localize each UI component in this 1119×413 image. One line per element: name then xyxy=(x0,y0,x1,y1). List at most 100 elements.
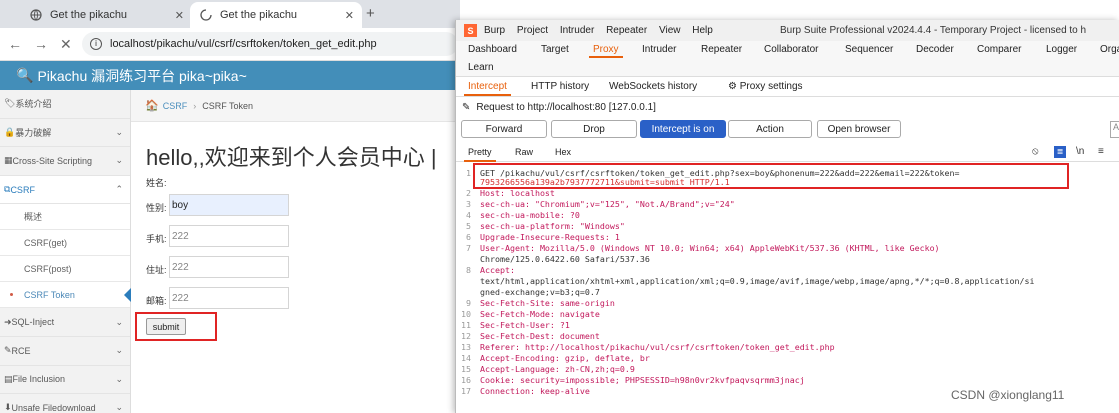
open-browser-button[interactable]: Open browser xyxy=(817,120,901,138)
header-accept-value-cont: gned-exchange;v=b3;q=0.7 xyxy=(480,287,600,297)
chevron-down-icon: ⌄ xyxy=(115,155,123,166)
burp-titlebar: S Burp Project Intruder Repeater View He… xyxy=(456,20,1119,41)
tab-learn[interactable]: Learn xyxy=(468,62,494,73)
gear-icon: ⚙ xyxy=(728,81,740,92)
breadcrumb-parent[interactable]: CSRF xyxy=(163,101,188,111)
close-tab-icon[interactable]: ✕ xyxy=(175,9,184,22)
browser-tab-title: Get the pikachu xyxy=(220,9,298,21)
address-field[interactable]: 222 xyxy=(169,256,289,278)
new-tab-icon[interactable]: + xyxy=(366,5,375,22)
sidebar-item-label: Cross-Site Scripting xyxy=(12,155,93,166)
browser-tab-title: Get the pikachu xyxy=(50,9,128,21)
sidebar-item-file-inclusion[interactable]: ▤ File Inclusion ⌄ xyxy=(0,366,130,395)
request-editor[interactable]: 1 GET /pikachu/vul/csrf/csrftoken/token_… xyxy=(456,163,1119,413)
tab-sequencer[interactable]: Sequencer xyxy=(845,44,893,55)
menu-intruder[interactable]: Intruder xyxy=(560,25,594,36)
tab-repeater[interactable]: Repeater xyxy=(701,44,742,55)
tab-proxy[interactable]: Proxy xyxy=(589,44,623,58)
burp-logo-icon: S xyxy=(464,24,477,37)
download-icon: ⬇ xyxy=(4,402,12,413)
file-icon: ▤ xyxy=(4,373,13,384)
globe-icon xyxy=(30,9,42,21)
sidebar-item-unsafe-download[interactable]: ⬇ Unsafe Filedownload ⌄ xyxy=(0,394,130,413)
intercept-toggle-button[interactable]: Intercept is on xyxy=(640,120,726,138)
tab-logger[interactable]: Logger xyxy=(1046,44,1077,55)
line-number: 9 xyxy=(466,298,471,308)
line-number: 6 xyxy=(466,232,471,242)
sidebar-item-rce[interactable]: ✎ RCE ⌄ xyxy=(0,337,130,366)
sidebar: 🏷 系统介绍 🔒 暴力破解 ⌄ ▦ Cross-Site Scripting ⌄ ⧉ CSR… xyxy=(0,90,131,413)
menu-view[interactable]: View xyxy=(659,25,681,36)
sidebar-item-label: CSRF Token xyxy=(24,289,75,300)
tab-intercept[interactable]: Intercept xyxy=(464,81,511,96)
tab-comparer[interactable]: Comparer xyxy=(977,44,1021,55)
tab-websockets-history[interactable]: WebSockets history xyxy=(609,81,697,92)
sex-field[interactable]: boy xyxy=(169,194,289,216)
header-connection: Connection: keep-alive xyxy=(480,386,590,396)
browser-tab-2[interactable]: Get the pikachu ✕ xyxy=(190,2,362,28)
menu-icon[interactable]: ≡ xyxy=(1098,146,1104,157)
sidebar-item-sqli[interactable]: ➜ SQL-Inject ⌄ xyxy=(0,308,130,337)
address-bar[interactable]: i localhost/pikachu/vul/csrf/csrftoken/t… xyxy=(82,32,458,56)
forward-button[interactable]: Forward xyxy=(461,120,547,138)
email-field[interactable]: 222 xyxy=(169,287,289,309)
sidebar-item-bruteforce[interactable]: 🔒 暴力破解 ⌄ xyxy=(0,119,130,148)
arrow-icon: ➜ xyxy=(4,316,12,327)
header-user-agent: User-Agent: Mozilla/5.0 (Windows NT 10.0… xyxy=(480,243,940,253)
sidebar-item-csrf[interactable]: ⧉ CSRF ⌃ xyxy=(0,175,130,205)
sidebar-subitem-csrf-token[interactable]: CSRF Token xyxy=(0,282,131,309)
newline-icon[interactable]: \n xyxy=(1076,146,1084,157)
line-number: 12 xyxy=(461,331,471,341)
drop-button[interactable]: Drop xyxy=(551,120,637,138)
tab-target[interactable]: Target xyxy=(541,44,569,55)
sidebar-item-label: CSRF(get) xyxy=(24,237,68,248)
chevron-down-icon: ⌄ xyxy=(115,402,123,413)
message-view-tabs: Pretty Raw Hex ⦸ ≣ \n ≡ xyxy=(456,142,1119,162)
breadcrumb-separator: › xyxy=(193,100,197,111)
line-number: 10 xyxy=(461,309,471,319)
sidebar-item-intro[interactable]: 🏷 系统介绍 xyxy=(0,90,130,119)
menu-repeater[interactable]: Repeater xyxy=(606,25,647,36)
sidebar-subitem-csrf-get[interactable]: CSRF(get) xyxy=(0,230,130,257)
tab-intruder[interactable]: Intruder xyxy=(642,44,676,55)
tab-hex[interactable]: Hex xyxy=(555,147,571,157)
line-number: 1 xyxy=(466,168,471,178)
browser-tab-1[interactable]: Get the pikachu ✕ xyxy=(20,2,192,28)
pencil-icon: ✎ xyxy=(4,345,12,356)
tab-raw[interactable]: Raw xyxy=(515,147,533,157)
action-button[interactable]: Action xyxy=(728,120,812,138)
back-icon[interactable]: ← xyxy=(8,36,22,52)
sidebar-subitem-overview[interactable]: 概述 xyxy=(0,204,130,231)
home-icon[interactable]: 🏠 xyxy=(145,99,159,112)
line-number: 15 xyxy=(461,364,471,374)
header-user-agent-cont: Chrome/125.0.6422.60 Safari/537.36 xyxy=(480,254,650,264)
sidebar-item-xss[interactable]: ▦ Cross-Site Scripting ⌄ xyxy=(0,147,130,176)
burp-window: S Burp Project Intruder Repeater View He… xyxy=(455,20,1119,413)
chevron-up-icon: ⌃ xyxy=(115,184,123,195)
close-tab-icon[interactable]: ✕ xyxy=(345,9,354,22)
tab-pretty[interactable]: Pretty xyxy=(464,147,495,162)
menu-burp[interactable]: Burp xyxy=(484,25,505,36)
site-info-icon[interactable]: i xyxy=(90,38,102,50)
hide-icon[interactable]: ⦸ xyxy=(1032,146,1039,157)
wrap-icon[interactable]: ≣ xyxy=(1054,146,1066,158)
menu-help[interactable]: Help xyxy=(692,25,713,36)
tab-decoder[interactable]: Decoder xyxy=(916,44,954,55)
header-sec-ch-ua-mobile: sec-ch-ua-mobile: ?0 xyxy=(480,210,580,220)
tab-collaborator[interactable]: Collaborator xyxy=(764,44,818,55)
burp-main-tabs: Dashboard Target Proxy Intruder Repeater… xyxy=(456,41,1119,77)
tab-proxy-settings[interactable]: ⚙ Proxy settings xyxy=(728,81,803,92)
sidebar-item-label: SQL-Inject xyxy=(11,317,55,328)
tab-dashboard[interactable]: Dashboard xyxy=(468,44,517,55)
sex-label: 性别: xyxy=(146,203,167,213)
stop-icon[interactable]: ✕ xyxy=(60,36,72,53)
sidebar-subitem-csrf-post[interactable]: CSRF(post) xyxy=(0,256,130,283)
tab-http-history[interactable]: HTTP history xyxy=(531,81,589,92)
menu-project[interactable]: Project xyxy=(517,25,548,36)
forward-icon[interactable]: → xyxy=(34,36,48,52)
search-field-stub[interactable]: A xyxy=(1110,121,1119,138)
tab-organizer[interactable]: Orga xyxy=(1100,44,1119,55)
header-sec-ch-ua: sec-ch-ua: "Chromium";v="125", "Not.A/Br… xyxy=(480,199,735,209)
phone-field[interactable]: 222 xyxy=(169,225,289,247)
page-title: hello,,欢迎来到个人会员中心 | xyxy=(146,145,437,170)
